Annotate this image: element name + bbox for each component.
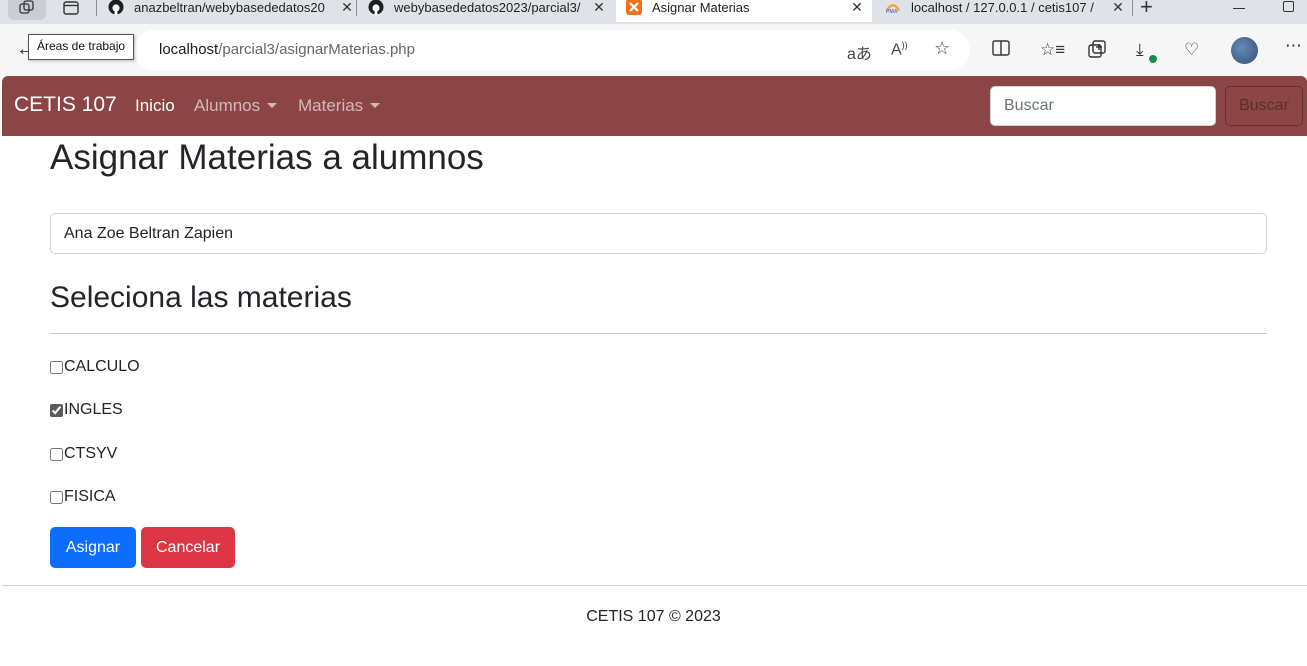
subject-label: CALCULO — [64, 358, 140, 375]
subject-option-ctsyv[interactable]: CTSYV — [50, 444, 117, 464]
tab-separator — [1132, 0, 1133, 16]
tab-title: webybasededatos2023/parcial3/ — [394, 0, 581, 15]
collections-icon[interactable] — [1088, 40, 1106, 63]
xampp-icon — [626, 0, 642, 15]
minimize-icon[interactable] — [1233, 8, 1245, 9]
svg-text:PMA: PMA — [886, 9, 898, 15]
tab-title: anazbeltran/webybasededatos20 — [134, 0, 325, 15]
phpmyadmin-icon: PMA — [885, 0, 901, 15]
downloads-icon[interactable]: ⤓ — [1136, 40, 1144, 60]
more-options-icon[interactable]: ⋯ — [1285, 36, 1302, 56]
navbar-brand[interactable]: CETIS 107 — [14, 93, 117, 117]
subject-label: FISICA — [64, 488, 116, 505]
cancel-button[interactable]: Cancelar — [141, 527, 235, 568]
tab-phpmyadmin[interactable]: PMA localhost / 127.0.0.1 / cetis107 / ✕ — [885, 0, 1125, 22]
close-icon[interactable]: ✕ — [1111, 0, 1125, 16]
favorites-icon[interactable]: ☆≡ — [1040, 40, 1065, 60]
caret-down-icon — [267, 103, 278, 108]
tab-separator — [96, 0, 97, 16]
new-tab-icon[interactable]: + — [1140, 0, 1153, 20]
subject-checkbox[interactable] — [50, 403, 63, 417]
subject-checkbox[interactable] — [50, 490, 63, 504]
page-title: Asignar Materias a alumnos — [50, 138, 484, 177]
workspaces-button[interactable] — [8, 0, 46, 20]
browser-essentials-icon[interactable]: ♡ — [1184, 40, 1199, 60]
translate-icon[interactable]: aあ — [847, 40, 872, 64]
subject-option-ingles[interactable]: INGLES — [50, 400, 123, 420]
workspaces-tooltip: Áreas de trabajo — [28, 34, 135, 60]
browser-tab-strip: anazbeltran/webybasededatos20 ✕ webybase… — [0, 0, 1307, 24]
footer-text: CETIS 107 © 2023 — [586, 608, 721, 625]
tab-separator — [356, 0, 357, 16]
tab-title: localhost / 127.0.0.1 / cetis107 / — [911, 0, 1094, 15]
nav-link-inicio[interactable]: Inicio — [135, 96, 175, 116]
github-icon — [368, 0, 384, 15]
subject-option-calculo[interactable]: CALCULO — [50, 357, 140, 377]
address-bar[interactable]: localhost/parcial3/asignarMaterias.php a… — [134, 30, 970, 70]
subject-checkbox[interactable] — [50, 447, 63, 461]
divider — [50, 333, 1267, 334]
nav-dropdown-alumnos[interactable]: Alumnos — [194, 96, 278, 116]
close-icon[interactable]: ✕ — [340, 0, 354, 16]
maximize-icon[interactable] — [1283, 1, 1294, 12]
caret-down-icon — [370, 103, 381, 108]
download-complete-badge — [1149, 55, 1157, 63]
tab-actions-button[interactable] — [58, 0, 84, 20]
search-button[interactable]: Buscar — [1225, 86, 1303, 126]
nav-dropdown-materias[interactable]: Materias — [298, 96, 381, 116]
tab-github-1[interactable]: anazbeltran/webybasededatos20 ✕ — [108, 0, 354, 22]
assign-button[interactable]: Asignar — [50, 527, 136, 568]
site-navbar: CETIS 107 Inicio Alumnos Materias Buscar — [2, 76, 1307, 136]
subject-label: INGLES — [64, 401, 123, 418]
browser-toolbar: ← Áreas de trabajo localhost/parcial3/as… — [0, 24, 1307, 76]
github-icon — [108, 0, 124, 15]
read-aloud-icon[interactable]: A)) — [891, 40, 908, 59]
tab-title: Asignar Materias — [652, 0, 750, 15]
tab-github-2[interactable]: webybasededatos2023/parcial3/ ✕ — [368, 0, 606, 22]
close-icon[interactable]: ✕ — [850, 0, 864, 16]
student-name-field[interactable] — [50, 213, 1267, 254]
url-text[interactable]: localhost/parcial3/asignarMaterias.php — [159, 41, 415, 58]
search-input[interactable] — [990, 86, 1216, 126]
subject-label: CTSYV — [64, 445, 118, 462]
tab-asignar-materias[interactable]: Asignar Materias ✕ — [616, 0, 872, 22]
subject-option-fisica[interactable]: FISICA — [50, 487, 116, 507]
avatar[interactable] — [1231, 37, 1258, 64]
close-icon[interactable]: ✕ — [592, 0, 606, 16]
section-title: Seleciona las materias — [50, 281, 352, 314]
favorite-star-icon[interactable]: ☆ — [934, 38, 950, 59]
tab-actions-icon — [63, 1, 79, 15]
subject-checkbox[interactable] — [50, 360, 63, 374]
footer-divider — [2, 585, 1307, 586]
workspaces-icon — [19, 0, 34, 14]
split-screen-icon[interactable] — [992, 40, 1010, 61]
